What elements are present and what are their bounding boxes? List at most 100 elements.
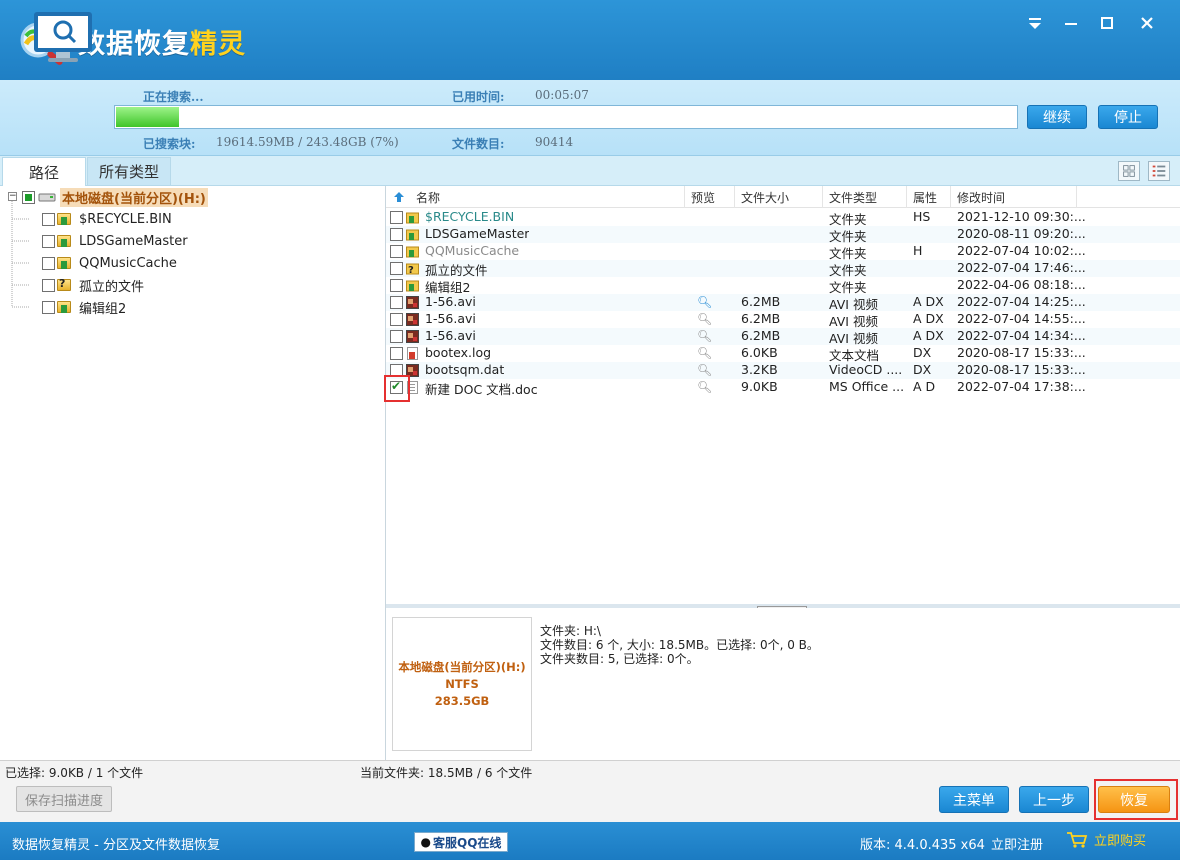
file-attr: H <box>913 243 923 258</box>
disk-info-card: 本地磁盘(当前分区)(H:) NTFS 283.5GB <box>392 617 532 751</box>
scan-status: 正在搜索... <box>143 90 204 104</box>
folder-tree: − 本地磁盘(当前分区)(H:) $RECYCLE.BIN LDSGameMast… <box>0 186 386 760</box>
file-row-checkbox[interactable] <box>390 262 403 275</box>
file-attr: A DX <box>913 311 944 326</box>
thumbnail-view-icon[interactable] <box>1118 161 1140 181</box>
file-row[interactable]: 编辑组2 文件夹 2022-04-06 08:18:... <box>386 277 1180 295</box>
close-icon[interactable] <box>1134 10 1160 36</box>
file-row-checkbox[interactable] <box>390 211 403 224</box>
file-row-checkbox[interactable] <box>390 245 403 258</box>
menu-dropdown-icon[interactable] <box>1022 10 1048 36</box>
preview-icon[interactable]: 🔍︎ <box>697 295 712 309</box>
header-name[interactable]: 名称 <box>416 189 440 206</box>
disk-capacity: 283.5GB <box>434 693 490 708</box>
continue-button[interactable]: 继续 <box>1027 105 1087 129</box>
file-count-value: 90414 <box>535 135 574 149</box>
tree-item[interactable]: QQMusicCache <box>42 252 177 274</box>
file-row[interactable]: bootex.log 6.0KB 文本文档 DX 2020-08-17 15:33:..… <box>386 345 1180 363</box>
file-name: 1-56.avi <box>425 311 476 326</box>
tree-item[interactable]: 编辑组2 <box>42 296 126 318</box>
header-size[interactable]: 文件大小 <box>741 189 789 206</box>
file-type: MS Office ... <box>829 379 905 394</box>
file-name: 1-56.avi <box>425 328 476 343</box>
preview-icon[interactable]: 🔍︎ <box>697 312 712 326</box>
file-attr: DX <box>913 345 932 360</box>
file-row-checkbox[interactable] <box>390 296 403 309</box>
maximize-icon[interactable] <box>1094 10 1120 36</box>
tree-root-checkbox[interactable] <box>22 190 35 204</box>
file-row-checkbox[interactable] <box>390 330 403 343</box>
tree-item-checkbox[interactable] <box>42 212 55 226</box>
tree-item-checkbox[interactable] <box>42 256 55 270</box>
file-row[interactable]: 1-56.avi 6.2MB AVI 视频 A DX 2022-07-04 14:34:… <box>386 328 1180 346</box>
header-preview[interactable]: 预览 <box>691 189 715 206</box>
tree-item-checkbox[interactable] <box>42 234 55 248</box>
file-row[interactable]: QQMusicCache 文件夹 H 2022-07-04 10:02:... <box>386 243 1180 261</box>
file-row[interactable]: 新建 DOC 文档.doc 9.0KB MS Office ... A D 2022-0… <box>386 379 1180 397</box>
file-attr: A DX <box>913 328 944 343</box>
minimize-icon[interactable] <box>1058 10 1084 36</box>
recycle-folder-icon <box>406 229 419 241</box>
recycle-folder-icon <box>57 257 71 269</box>
tree-item-checkbox[interactable] <box>42 278 55 292</box>
back-button[interactable]: 上一步 <box>1019 786 1089 813</box>
file-mtime: 2020-08-17 15:33:... <box>957 345 1086 360</box>
file-row-checkbox[interactable] <box>390 313 403 326</box>
preview-icon[interactable]: 🔍︎ <box>697 363 712 377</box>
file-row[interactable]: bootsqm.dat 3.2KB VideoCD .... DX 2020-08-17… <box>386 362 1180 379</box>
file-attr: A DX <box>913 294 944 309</box>
file-row[interactable]: $RECYCLE.BIN 文件夹 HS 2021-12-10 09:30:... <box>386 209 1180 227</box>
save-scan-progress-button[interactable]: 保存扫描进度 <box>16 786 112 812</box>
tab-all-types[interactable]: 所有类型 <box>87 157 171 186</box>
file-name: LDSGameMaster <box>425 226 530 241</box>
file-name: bootex.log <box>425 345 492 360</box>
scan-progress-fill <box>116 107 179 127</box>
checkbox-highlight <box>384 375 410 402</box>
buy-now-link[interactable]: 立即购买 <box>1066 830 1146 849</box>
stop-button[interactable]: 停止 <box>1098 105 1158 129</box>
video-file-icon <box>406 313 419 326</box>
app-title-highlight: 精灵 <box>190 29 246 60</box>
tree-item[interactable]: $RECYCLE.BIN <box>42 208 172 230</box>
restore-button[interactable]: 恢复 <box>1098 786 1170 813</box>
tree-root[interactable]: − 本地磁盘(当前分区)(H:) <box>6 186 208 208</box>
preview-icon[interactable]: 🔍︎ <box>697 346 712 360</box>
register-link[interactable]: 立即注册 <box>991 834 1043 853</box>
header-attr[interactable]: 属性 <box>913 189 937 206</box>
tree-item-label: LDSGameMaster <box>79 233 188 249</box>
file-mtime: 2020-08-11 09:20:... <box>957 226 1086 241</box>
file-count-label: 文件数目: <box>452 137 505 151</box>
file-size: 6.2MB <box>741 328 781 343</box>
file-row[interactable]: ? 孤立的文件 文件夹 2022-07-04 17:46:... <box>386 260 1180 278</box>
file-row[interactable]: LDSGameMaster 文件夹 2020-08-11 09:20:... <box>386 226 1180 244</box>
header-mtime[interactable]: 修改时间 <box>957 189 1005 206</box>
list-view-icon[interactable] <box>1148 161 1170 181</box>
tab-path[interactable]: 路径 <box>2 157 86 186</box>
file-row[interactable]: 1-56.avi 6.2MB AVI 视频 A DX 2022-07-04 14:55:… <box>386 311 1180 329</box>
preview-icon[interactable]: 🔍︎ <box>697 380 712 394</box>
file-mtime: 2022-07-04 14:25:... <box>957 294 1086 309</box>
searched-label: 已搜索块: <box>143 137 196 151</box>
file-row-checkbox[interactable] <box>390 279 403 292</box>
file-row[interactable]: 1-56.avi 6.2MB AVI 视频 A DX 2022-07-04 14:25:… <box>386 294 1180 312</box>
elapsed-label: 已用时间: <box>452 90 505 104</box>
collapse-icon[interactable]: − <box>8 192 17 201</box>
file-size: 9.0KB <box>741 379 778 394</box>
main-menu-button[interactable]: 主菜单 <box>939 786 1009 813</box>
header-type[interactable]: 文件类型 <box>829 189 877 206</box>
file-mtime: 2022-04-06 08:18:... <box>957 277 1086 292</box>
qq-support-button[interactable]: ● 客服QQ在线 <box>414 832 508 852</box>
tree-item[interactable]: LDSGameMaster <box>42 230 188 252</box>
tab-strip <box>0 156 1180 186</box>
file-row-checkbox[interactable] <box>390 228 403 241</box>
tree-item-checkbox[interactable] <box>42 300 55 314</box>
file-row-checkbox[interactable] <box>390 347 403 360</box>
qq-penguin-icon: ● <box>420 835 432 849</box>
preview-icon[interactable]: 🔍︎ <box>697 329 712 343</box>
elapsed-value: 00:05:07 <box>535 88 589 102</box>
file-attr: DX <box>913 362 932 377</box>
tree-item-label: 编辑组2 <box>79 301 127 317</box>
buy-now-label: 立即购买 <box>1094 834 1147 849</box>
up-folder-icon[interactable] <box>392 190 406 204</box>
tree-item[interactable]: ? 孤立的文件 <box>42 274 144 296</box>
